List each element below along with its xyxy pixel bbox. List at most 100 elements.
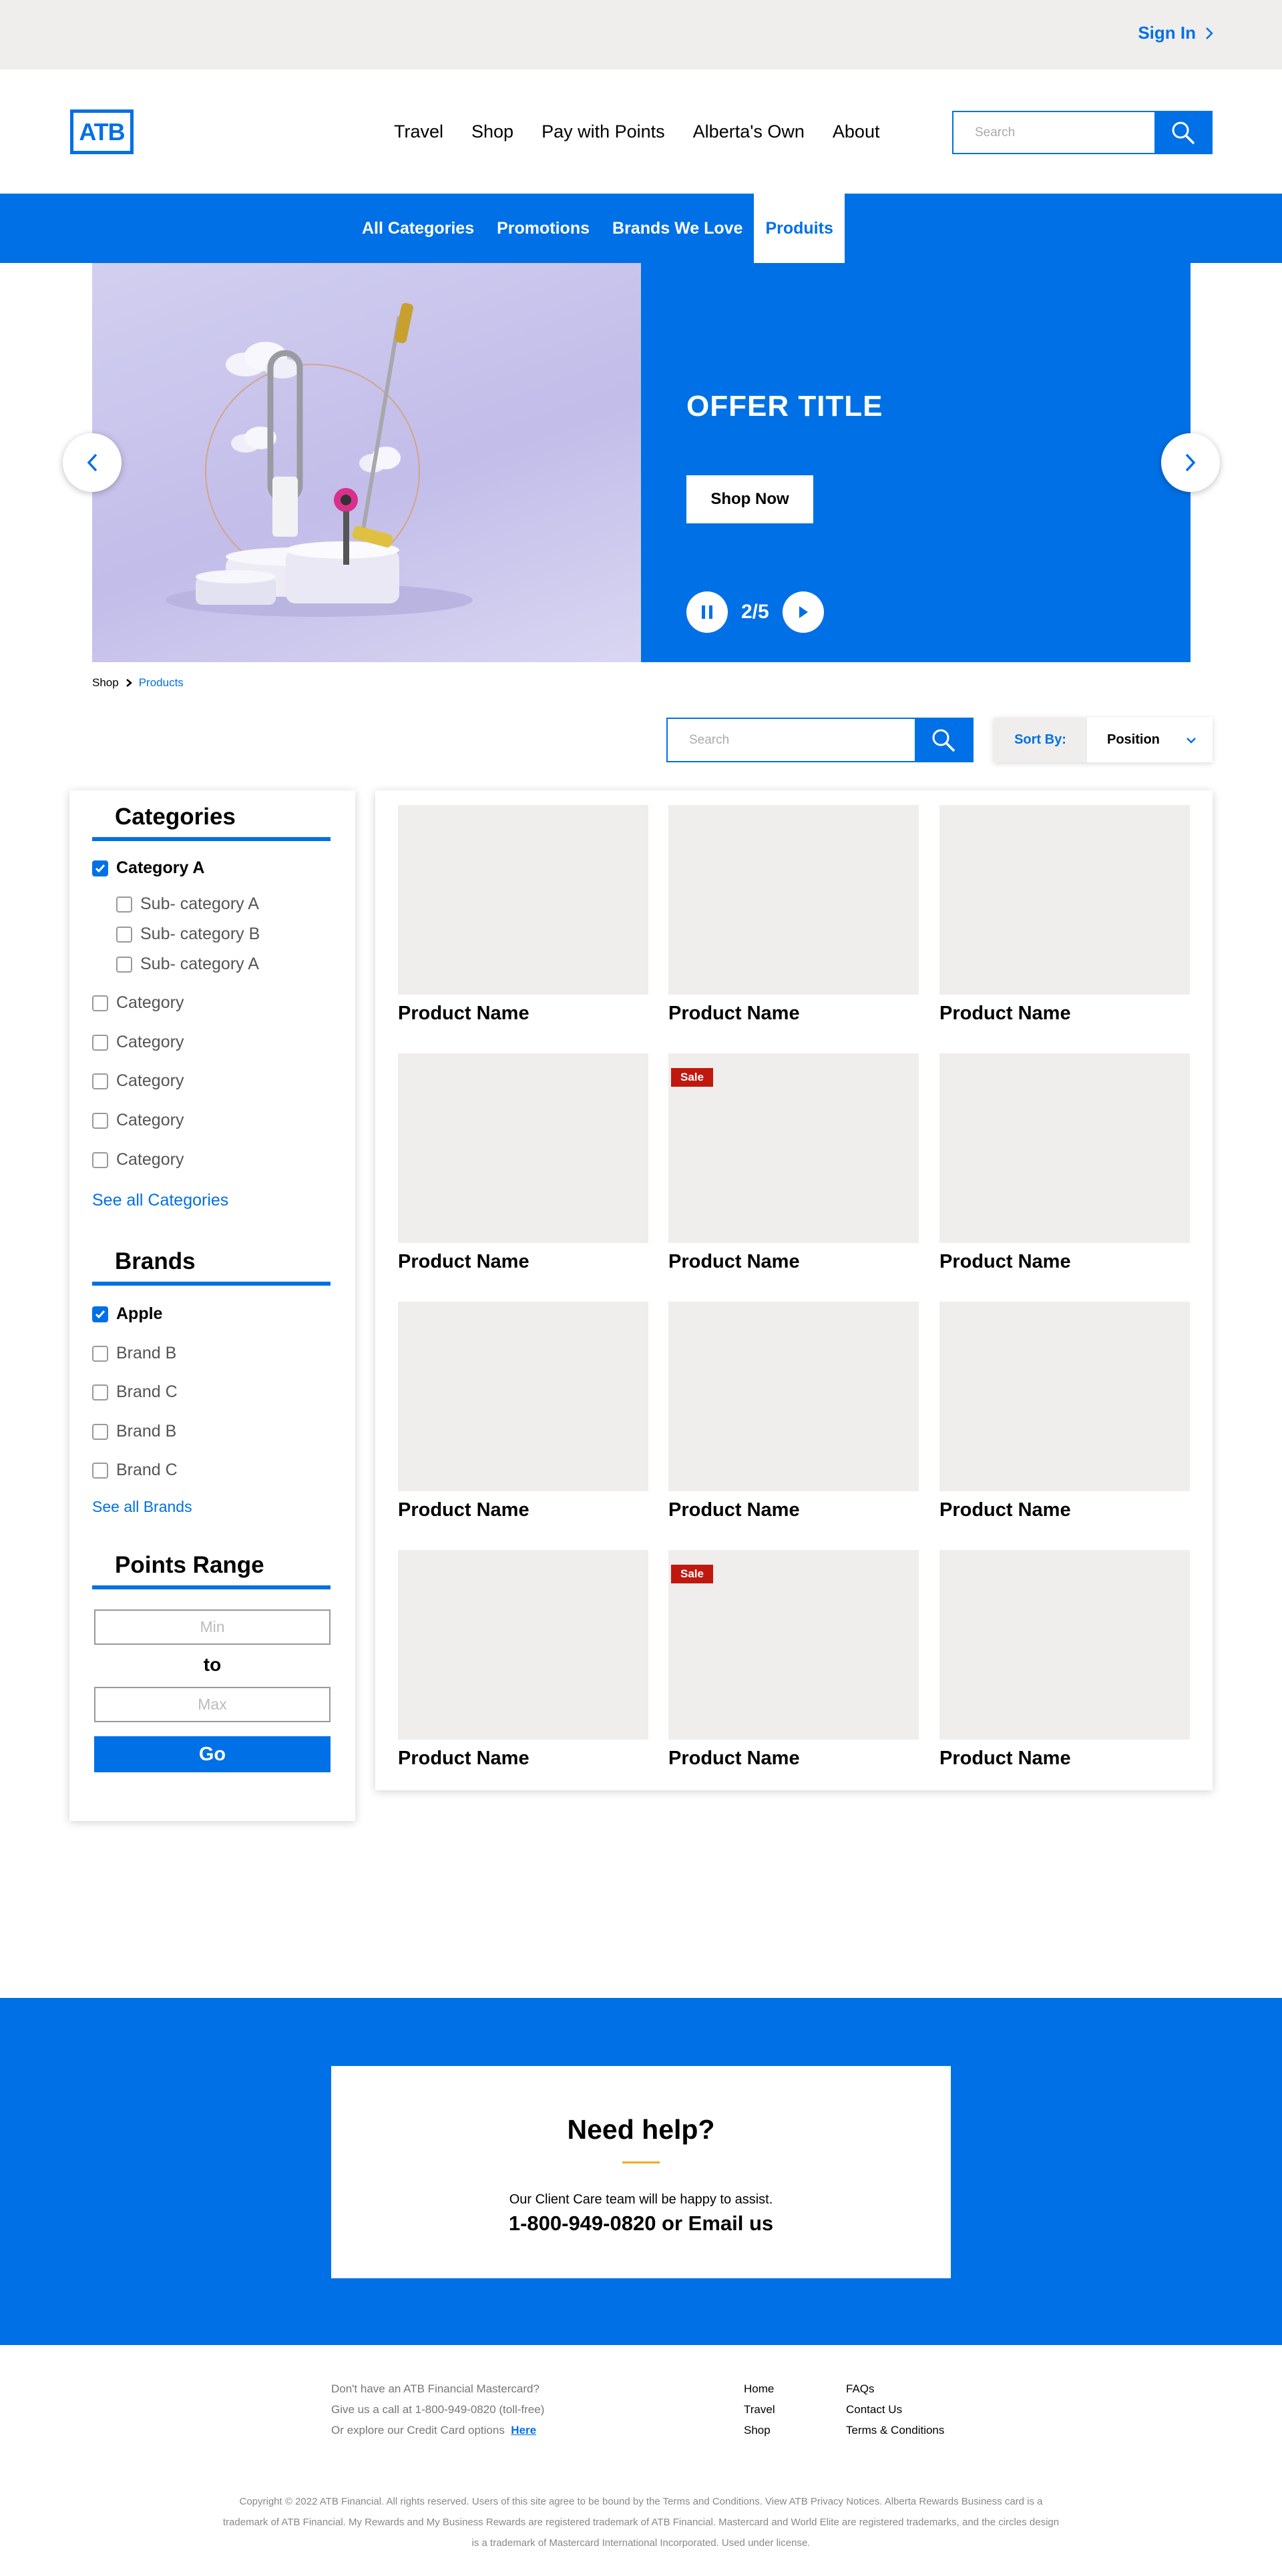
nav-item-about[interactable]: About [833,121,880,142]
atb-logo[interactable]: ATB [70,109,134,154]
chevron-right-icon [126,679,132,687]
check-icon [95,1310,105,1318]
product-name: Product Name [398,1003,529,1024]
brand-checkbox[interactable]: Brand C [92,1461,178,1480]
sort-value: Position [1107,732,1160,747]
nav-item-shop[interactable]: Shop [471,121,513,142]
footer-link-home[interactable]: Home [744,2378,775,2399]
sale-badge: Sale [671,1565,713,1583]
footer-link-travel[interactable]: Travel [744,2399,775,2420]
checkbox [92,1462,108,1479]
product-image-placeholder [939,1053,1190,1243]
product-card[interactable]: Product Name [939,1053,1190,1273]
category-label: Category [116,993,184,1012]
footer-here-link[interactable]: Here [511,2424,536,2436]
tab-all-categories[interactable]: All Categories [351,194,485,263]
header-search-input[interactable]: Search [953,112,1154,153]
nav-item-pay-with-points[interactable]: Pay with Points [542,121,665,142]
product-card[interactable]: Product Name [668,805,919,1025]
play-icon [799,606,808,618]
offer-title: OFFER TITLE [686,390,883,423]
help-contact[interactable]: 1-800-949-0820 or Email us [331,2212,951,2236]
points-max-input[interactable]: Max [94,1687,331,1722]
top-bar: Sign In [0,0,1282,69]
product-name: Product Name [668,1251,800,1272]
pause-button[interactable] [686,591,728,633]
product-card[interactable]: Product Name [939,1550,1190,1770]
product-card[interactable]: Product Name [398,805,648,1025]
product-card[interactable]: Product Name [939,805,1190,1025]
next-slide-button[interactable] [782,591,824,633]
tab-brands-we-love[interactable]: Brands We Love [601,194,754,263]
category-checkbox[interactable]: Category [92,1111,184,1130]
shop-now-button[interactable]: Shop Now [686,475,813,523]
points-min-input[interactable]: Min [94,1609,331,1645]
product-card[interactable]: Product Name [939,1302,1190,1521]
product-card[interactable]: Product Name [398,1550,648,1770]
categories-title: Categories [92,804,331,841]
checkbox [92,1345,108,1362]
product-search-button[interactable] [915,719,972,761]
category-nav-bar: All Categories Promotions Brands We Love… [0,194,1282,263]
hero-offer-panel: OFFER TITLE Shop Now 2/5 [641,263,1191,662]
product-card[interactable]: Sale Product Name [668,1053,919,1273]
footer-link-shop[interactable]: Shop [744,2420,775,2440]
sort-dropdown[interactable]: Sort By: Position [994,718,1213,762]
product-search-input[interactable]: Search [668,719,915,761]
product-image-placeholder: Sale [668,1053,919,1243]
checkbox [116,896,132,913]
help-card: Need help? Our Client Care team will be … [331,2066,951,2278]
breadcrumb-shop[interactable]: Shop [92,676,119,690]
checkbox [92,1423,108,1440]
product-name: Product Name [939,1748,1071,1769]
chevron-right-icon [1206,27,1213,39]
product-name: Product Name [398,1748,529,1769]
hero-product-illustration [166,302,473,617]
category-checkbox[interactable]: Category A [92,858,204,878]
product-image-placeholder [939,1302,1190,1491]
product-image-placeholder [398,1053,648,1243]
nav-item-travel[interactable]: Travel [394,121,443,142]
category-checkbox[interactable]: Category [92,993,184,1013]
brand-label: Brand C [116,1382,178,1401]
breadcrumb-products[interactable]: Products [139,676,184,690]
see-all-brands-link[interactable]: See all Brands [92,1498,192,1516]
subcategory-checkbox[interactable]: Sub- category A [116,894,259,914]
nav-item-albertas-own[interactable]: Alberta's Own [693,121,805,142]
chevron-left-icon [87,453,97,472]
brand-checkbox[interactable]: Brand B [92,1422,176,1441]
footer-link-faqs[interactable]: FAQs [846,2378,944,2399]
category-checkbox[interactable]: Category [92,1150,184,1170]
carousel-next-button[interactable] [1161,433,1220,492]
sign-in-link[interactable]: Sign In [1138,23,1213,43]
product-card[interactable]: Product Name [398,1302,648,1521]
product-image-placeholder [398,1302,648,1491]
tab-produits[interactable]: Produits [754,194,845,263]
range-to-label: to [203,1654,222,1675]
brand-checkbox[interactable]: Brand B [92,1344,176,1363]
tab-promotions[interactable]: Promotions [485,194,601,263]
product-card[interactable]: Sale Product Name [668,1550,919,1770]
subcategory-checkbox[interactable]: Sub- category B [116,925,260,944]
go-button[interactable]: Go [94,1736,331,1772]
site-footer: Don't have an ATB Financial Mastercard? … [0,2345,1282,2576]
checkbox [92,1151,108,1168]
sort-label: Sort By: [994,718,1087,762]
checkbox [92,1384,108,1400]
footer-link-contact[interactable]: Contact Us [846,2399,944,2420]
category-checkbox[interactable]: Category [92,1071,184,1091]
brand-checkbox[interactable]: Brand C [92,1382,178,1402]
header-search-button[interactable] [1154,112,1211,153]
subcategory-checkbox[interactable]: Sub- category A [116,955,259,974]
hero-image [92,263,641,662]
logo-text: ATB [79,117,125,146]
brand-checkbox[interactable]: Apple [92,1304,162,1324]
see-all-categories-link[interactable]: See all Categories [92,1191,228,1210]
carousel-prev-button[interactable] [63,433,122,492]
product-image-placeholder [668,805,919,995]
product-card[interactable]: Product Name [398,1053,648,1273]
footer-link-terms[interactable]: Terms & Conditions [846,2420,944,2440]
category-checkbox[interactable]: Category [92,1033,184,1052]
product-name: Product Name [398,1251,529,1272]
product-card[interactable]: Product Name [668,1302,919,1521]
